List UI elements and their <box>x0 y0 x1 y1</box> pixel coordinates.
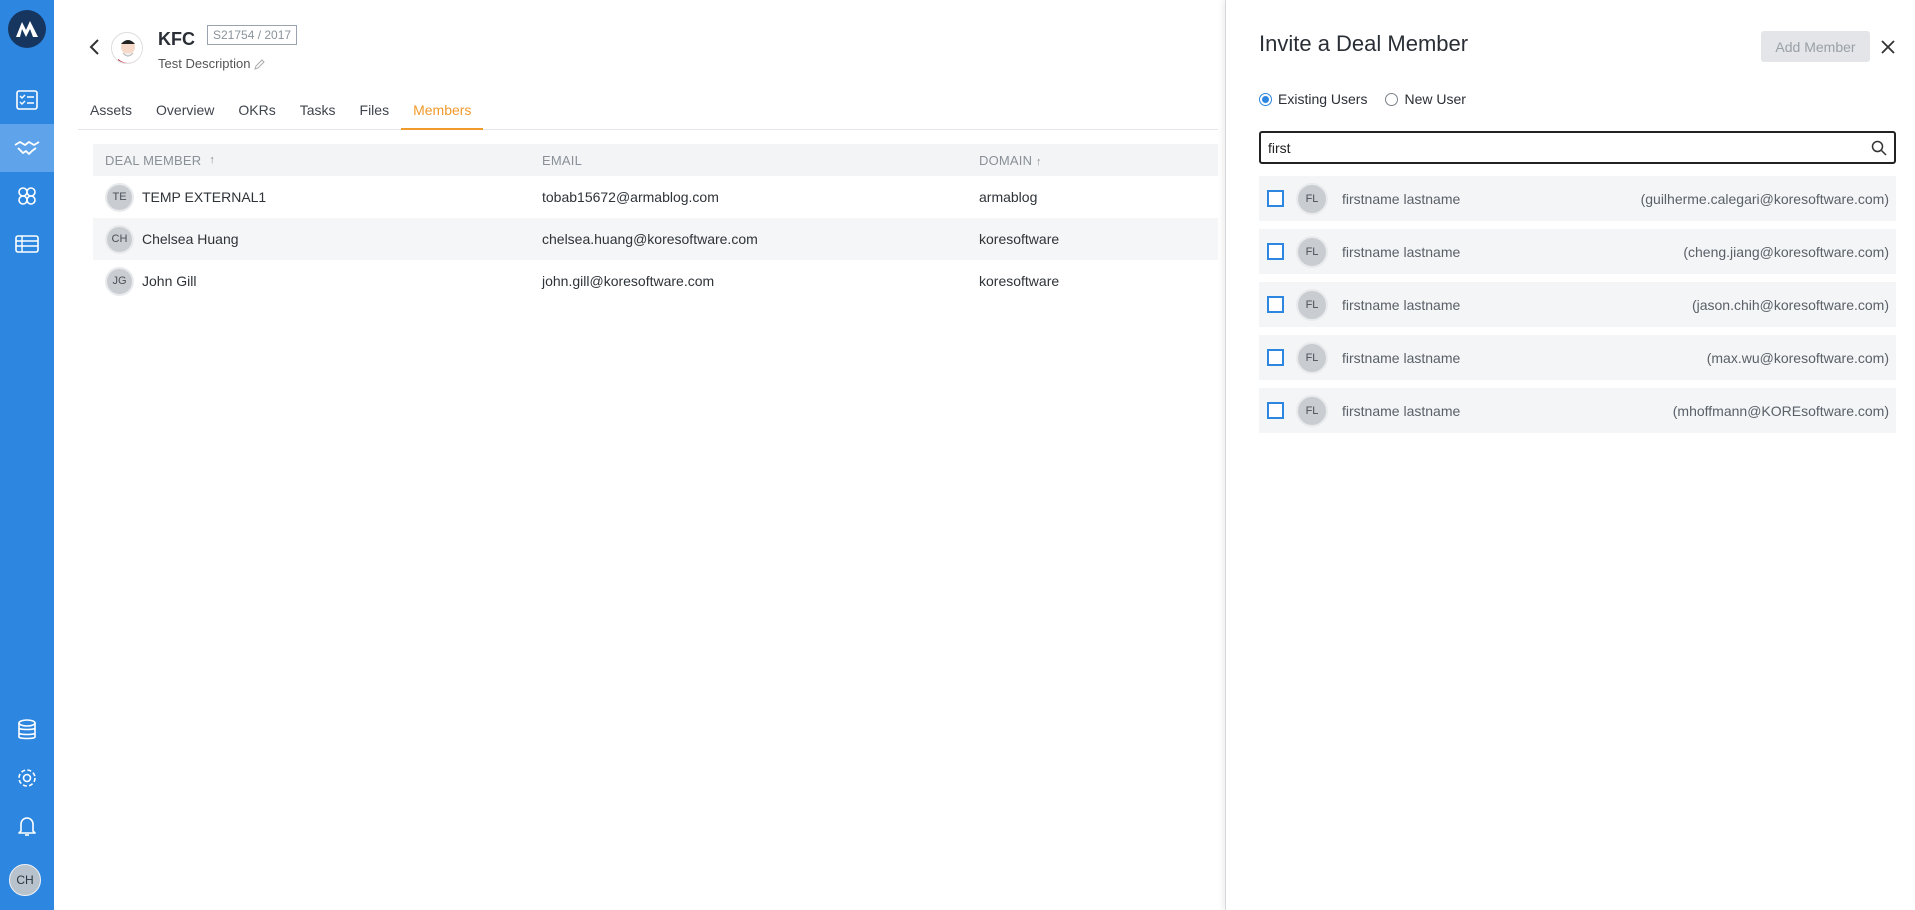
user-checkbox[interactable] <box>1267 190 1284 207</box>
list-item[interactable]: FL firstname lastname (cheng.jiang@kores… <box>1259 229 1896 274</box>
description-text: Test Description <box>158 56 251 71</box>
user-checkbox[interactable] <box>1267 349 1284 366</box>
radio-new-user[interactable]: New User <box>1385 91 1466 107</box>
radio-existing-users[interactable]: Existing Users <box>1259 91 1367 107</box>
deal-description: Test Description <box>158 56 266 71</box>
tab-tasks[interactable]: Tasks <box>288 100 348 130</box>
table-row[interactable]: CH Chelsea Huang chelsea.huang@koresoftwa… <box>93 218 1218 260</box>
radio-new-label: New User <box>1404 91 1466 107</box>
invite-member-panel: Invite a Deal Member Add Member Existing… <box>1225 0 1915 910</box>
radio-unselected-indicator[interactable] <box>1385 92 1399 106</box>
database-icon <box>18 719 36 740</box>
checklist-icon <box>16 90 38 110</box>
close-icon <box>1881 40 1895 54</box>
team-icon <box>18 187 36 205</box>
list-item[interactable]: FL firstname lastname (mhoffmann@KOREsof… <box>1259 388 1896 433</box>
app-logo[interactable] <box>8 10 46 48</box>
avatar: FL <box>1296 288 1328 321</box>
member-domain: koresoftware <box>979 231 1060 247</box>
user-search-box <box>1259 131 1896 164</box>
sidebar-item-deals[interactable] <box>0 124 54 172</box>
list-item[interactable]: FL firstname lastname (max.wu@koresoftwa… <box>1259 335 1896 380</box>
table-header: DEAL MEMBER ↑ EMAIL DOMAIN ↑ <box>93 144 1218 176</box>
sidebar-item-tables[interactable] <box>0 220 54 268</box>
table-list-icon <box>15 235 39 253</box>
member-name: John Gill <box>142 273 197 289</box>
member-name: TEMP EXTERNAL1 <box>142 189 267 205</box>
member-email: chelsea.huang@koresoftware.com <box>542 231 758 247</box>
user-name: firstname lastname <box>1342 243 1461 260</box>
user-avatar[interactable]: CH <box>9 864 41 896</box>
avatar: FL <box>1296 341 1328 374</box>
table-row[interactable]: JG John Gill john.gill@koresoftware.com k… <box>93 260 1218 302</box>
sidebar-item-database[interactable] <box>0 706 54 754</box>
sidebar-item-teams[interactable] <box>0 172 54 220</box>
user-email: (guilherme.calegari@koresoftware.com) <box>1640 190 1889 207</box>
user-name: firstname lastname <box>1342 190 1461 207</box>
radio-selected-indicator[interactable] <box>1259 92 1272 106</box>
chevron-left-icon <box>89 39 99 55</box>
member-name: Chelsea Huang <box>142 231 239 247</box>
tab-okrs[interactable]: OKRs <box>226 100 287 130</box>
gear-icon <box>18 769 36 787</box>
sort-up-icon: ↑ <box>209 154 216 166</box>
avatar: TE <box>105 182 134 212</box>
sidebar-item-settings[interactable] <box>0 754 54 802</box>
tab-files[interactable]: Files <box>348 100 402 130</box>
bell-icon <box>18 817 36 836</box>
user-type-radio-group: Existing Users New User <box>1259 91 1466 107</box>
member-email: john.gill@koresoftware.com <box>542 273 715 289</box>
avatar: FL <box>1296 235 1328 268</box>
search-input[interactable] <box>1268 139 1858 156</box>
column-header-domain[interactable]: DOMAIN ↑ <box>967 153 1218 168</box>
user-checkbox[interactable] <box>1267 243 1284 260</box>
list-item[interactable]: FL firstname lastname (guilherme.calegar… <box>1259 176 1896 221</box>
column-header-email[interactable]: EMAIL <box>530 153 967 168</box>
deal-logo <box>111 32 143 64</box>
search-icon[interactable] <box>1871 140 1887 156</box>
sidebar: CH <box>0 0 54 910</box>
user-email: (max.wu@koresoftware.com) <box>1706 349 1889 366</box>
sidebar-item-tasks[interactable] <box>0 76 54 124</box>
edit-pencil-icon[interactable] <box>254 58 266 70</box>
user-checkbox[interactable] <box>1267 402 1284 419</box>
avatar: JG <box>105 266 134 296</box>
member-domain: koresoftware <box>979 273 1060 289</box>
user-results-list: FL firstname lastname (guilherme.calegar… <box>1259 176 1896 441</box>
user-email: (jason.chih@koresoftware.com) <box>1691 296 1889 313</box>
user-name: firstname lastname <box>1342 296 1461 313</box>
deal-tabs: Assets Overview OKRs Tasks Files Members <box>78 100 1218 130</box>
deal-name: KFC <box>158 29 195 49</box>
members-table: DEAL MEMBER ↑ EMAIL DOMAIN ↑ TE TEMP EXTER… <box>93 144 1218 302</box>
add-member-button[interactable]: Add Member <box>1761 31 1870 62</box>
deal-code-badge: S21754 / 2017 <box>207 25 298 45</box>
table-row[interactable]: TE TEMP EXTERNAL1 tobab15672@armablog.com… <box>93 176 1218 218</box>
back-button[interactable] <box>84 36 104 58</box>
user-checkbox[interactable] <box>1267 296 1284 313</box>
tab-assets[interactable]: Assets <box>78 100 144 130</box>
sort-up-icon: ↑ <box>1036 155 1042 168</box>
user-name: firstname lastname <box>1342 402 1461 419</box>
tab-overview[interactable]: Overview <box>144 100 226 130</box>
user-email: (mhoffmann@KOREsoftware.com) <box>1672 402 1889 419</box>
close-button[interactable] <box>1877 36 1899 58</box>
avatar: CH <box>105 224 134 254</box>
member-domain: armablog <box>979 189 1038 205</box>
list-item[interactable]: FL firstname lastname (jason.chih@koreso… <box>1259 282 1896 327</box>
tab-members[interactable]: Members <box>401 100 484 130</box>
avatar: FL <box>1296 394 1328 427</box>
avatar: FL <box>1296 182 1328 215</box>
panel-title: Invite a Deal Member <box>1259 31 1469 56</box>
handshake-icon <box>14 141 40 155</box>
column-header-deal-member[interactable]: DEAL MEMBER ↑ <box>93 153 530 168</box>
member-email: tobab15672@armablog.com <box>542 189 719 205</box>
user-name: firstname lastname <box>1342 349 1461 366</box>
radio-existing-label: Existing Users <box>1278 91 1368 107</box>
user-email: (cheng.jiang@koresoftware.com) <box>1683 243 1889 260</box>
sidebar-item-notifications[interactable] <box>0 802 54 850</box>
